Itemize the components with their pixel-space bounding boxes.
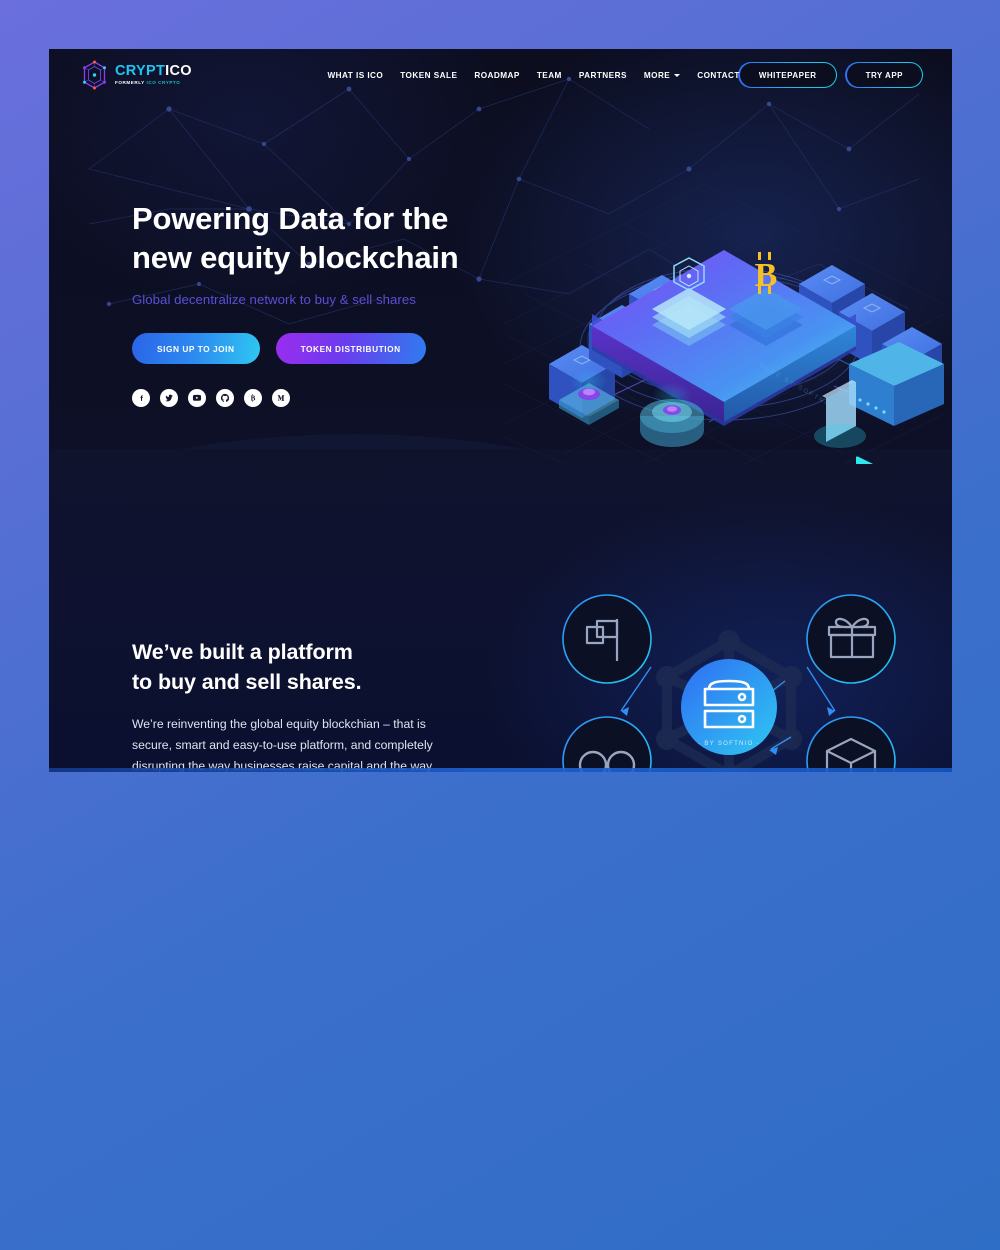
nav-links: WHAT IS ICO TOKEN SALE ROADMAP TEAM PART… (328, 71, 740, 80)
nav-team[interactable]: TEAM (537, 71, 562, 80)
nav-roadmap-label: ROADMAP (474, 70, 520, 80)
medium-icon (277, 395, 285, 402)
platform-body-line1: We’re reinventing the global equity bloc… (132, 717, 426, 732)
node-circle-flag (562, 594, 652, 684)
nav-token-sale[interactable]: TOKEN SALE (400, 71, 457, 80)
platform-section-body: We’re reinventing the global equity bloc… (132, 714, 504, 772)
nav-what-is-ico[interactable]: WHAT IS ICO (328, 71, 384, 80)
brand-tagline-part2: ICO CRYPTO (146, 80, 181, 86)
sign-up-to-join-label: SIGN UP TO JOIN (157, 343, 235, 354)
platform-body-line2: secure, smart and easy-to-use platform, … (132, 737, 433, 752)
nav-partners[interactable]: PARTNERS (579, 71, 627, 80)
isometric-blockchain-platform-illustration: B MADE BY SOFTNIO (504, 183, 944, 464)
medium-link[interactable] (272, 389, 290, 408)
token-distribution-label: TOKEN DISTRIBUTION (300, 343, 401, 354)
hero-cta-group: SIGN UP TO JOIN TOKEN DISTRIBUTION (132, 333, 512, 365)
nav-actions: WHITEPAPER TRY APP (738, 61, 924, 89)
page-bottom-cut (49, 768, 952, 772)
nav-partners-label: PARTNERS (578, 70, 627, 80)
platform-network-diagram: · BY SOFTNIO · (562, 594, 896, 772)
platform-section-title: We’ve built a platform to buy and sell s… (132, 637, 504, 697)
node-circle-infinity (562, 716, 652, 772)
nav-contact-label: CONTACT (697, 70, 740, 80)
try-app-button[interactable]: TRY APP (845, 61, 924, 89)
browser-page: CRYPTICO FORMERLY ICO CRYPTO WHAT IS ICO… (49, 49, 952, 772)
hero-content: Powering Data for the new equity blockch… (132, 199, 512, 408)
brand-name-part2: ICO (165, 63, 192, 80)
node-circle-gift (806, 594, 896, 684)
brand-name: CRYPTICO (115, 64, 192, 79)
nav-contact[interactable]: CONTACT (697, 71, 740, 80)
whitepaper-button[interactable]: WHITEPAPER (738, 61, 837, 89)
node-circle-box (806, 716, 896, 772)
token-distribution-button[interactable]: TOKEN DISTRIBUTION (275, 333, 426, 365)
platform-title-line2: to buy and sell shares. (132, 670, 362, 695)
page-title: Powering Data for the new equity blockch… (132, 199, 512, 277)
nav-team-label: TEAM (536, 70, 562, 80)
nav-what-is-ico-label: WHAT IS ICO (327, 70, 384, 80)
brand-tagline: FORMERLY ICO CRYPTO (115, 80, 192, 86)
hero-section: CRYPTICO FORMERLY ICO CRYPTO WHAT IS ICO… (49, 49, 952, 544)
facebook-icon (139, 395, 143, 401)
whitepaper-button-label: WHITEPAPER (758, 70, 817, 80)
youtube-link[interactable] (188, 389, 206, 408)
sign-up-to-join-button[interactable]: SIGN UP TO JOIN (132, 333, 260, 365)
brand-name-part1: CRYPT (115, 63, 166, 80)
center-hub-node: · BY SOFTNIO · (681, 659, 777, 755)
hero-subtitle: Global decentralize network to buy & sel… (132, 292, 416, 308)
nav-more-label: MORE (643, 70, 671, 80)
hero-title-line1: Powering Data for the (132, 201, 449, 236)
bitcoin-icon: B (251, 394, 256, 403)
bitcointalk-link[interactable]: B (244, 389, 262, 408)
twitter-link[interactable] (160, 389, 178, 408)
facebook-link[interactable] (132, 389, 150, 408)
nav-token-sale-label: TOKEN SALE (400, 70, 458, 80)
svg-text:B: B (251, 395, 256, 403)
platform-title-line1: We’ve built a platform (132, 640, 353, 664)
center-hub-caption: · BY SOFTNIO · (698, 741, 760, 747)
github-link[interactable] (216, 389, 234, 408)
social-links: B (132, 389, 512, 408)
brand-tagline-part1: FORMERLY (115, 80, 145, 86)
youtube-icon (192, 395, 202, 402)
bitcoin-symbol-icon: B (755, 252, 777, 294)
main-navbar: CRYPTICO FORMERLY ICO CRYPTO WHAT IS ICO… (49, 49, 952, 101)
hexagon-node-logo-icon (83, 60, 106, 90)
hero-title-line2: new equity blockchain (132, 240, 459, 276)
platform-section-copy: We’ve built a platform to buy and sell s… (132, 637, 504, 772)
platform-section: We’ve built a platform to buy and sell s… (49, 449, 952, 772)
twitter-icon (165, 395, 173, 402)
brand-logo[interactable]: CRYPTICO FORMERLY ICO CRYPTO (81, 60, 240, 90)
nav-more[interactable]: MORE (643, 70, 681, 80)
nav-roadmap[interactable]: ROADMAP (474, 71, 519, 80)
github-icon (220, 394, 230, 403)
chevron-down-icon (674, 74, 681, 77)
try-app-button-label: TRY APP (865, 70, 903, 80)
